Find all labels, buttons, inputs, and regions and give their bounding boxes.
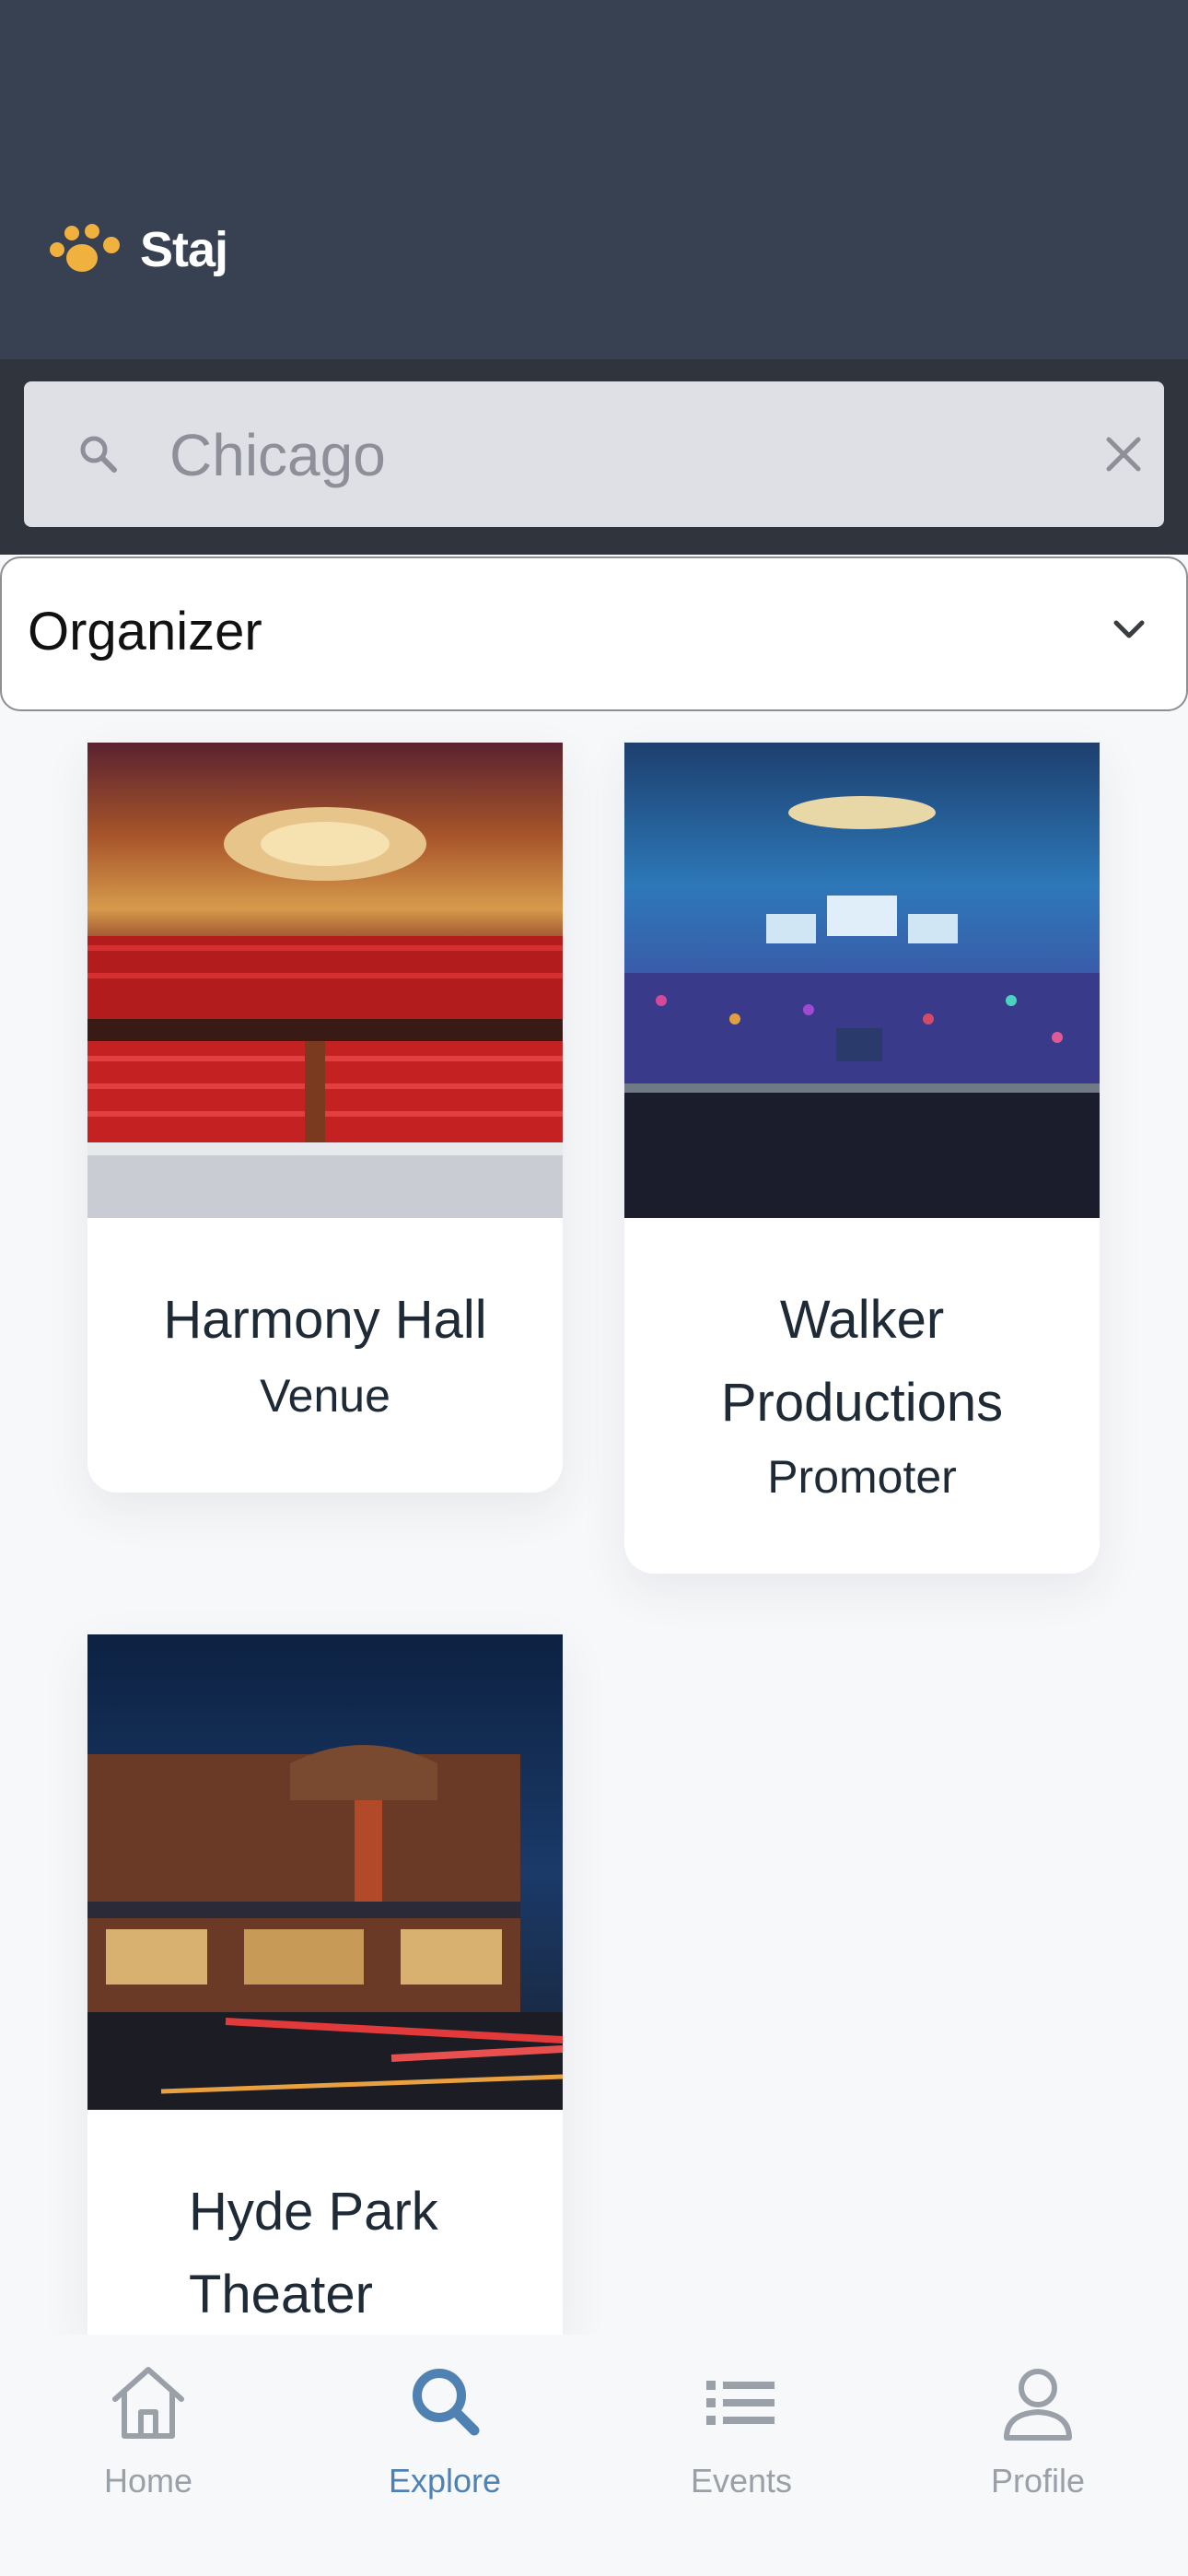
- organizer-card[interactable]: Harmony Hall Venue: [87, 743, 563, 1493]
- tab-label: Events: [690, 2462, 793, 2500]
- home-icon: [112, 2367, 184, 2439]
- organizer-name: Harmony Hall: [163, 1290, 487, 1350]
- search-icon: [80, 436, 117, 473]
- tab-home[interactable]: Home: [0, 2335, 297, 2519]
- close-icon[interactable]: [1101, 432, 1146, 476]
- search-input[interactable]: [169, 409, 1035, 501]
- tab-bar: Home Explore Events Profile: [0, 2335, 1188, 2576]
- tab-label: Home: [103, 2462, 193, 2500]
- list-icon: [706, 2381, 775, 2425]
- organizer-type-select[interactable]: Organizer: [0, 556, 1188, 711]
- theater-interior-photo: [87, 743, 563, 1218]
- organizer-name: Hyde Park Theater: [189, 2182, 438, 2324]
- app-header: Staj: [0, 0, 1188, 359]
- conference-crowd-photo: [624, 743, 1100, 1218]
- tab-profile[interactable]: Profile: [890, 2335, 1186, 2519]
- chevron-down-icon: [1113, 620, 1145, 638]
- tab-explore[interactable]: Explore: [297, 2335, 593, 2519]
- theater-exterior-night-photo: [87, 1634, 563, 2110]
- brand-logo[interactable]: Staj: [50, 217, 228, 282]
- organizer-type: Promoter: [767, 1451, 957, 1503]
- search-bar[interactable]: [24, 381, 1164, 527]
- select-value: Organizer: [28, 602, 262, 662]
- paw-dots-icon: [50, 224, 123, 275]
- organizer-card[interactable]: Walker Productions Promoter: [624, 743, 1100, 1574]
- user-icon: [1004, 2369, 1072, 2441]
- organizer-card[interactable]: Hyde Park Theater: [87, 1634, 563, 2335]
- brand-name: Staj: [140, 222, 228, 277]
- tab-label: Profile: [990, 2462, 1086, 2500]
- tab-events[interactable]: Events: [593, 2335, 890, 2519]
- organizer-type: Venue: [260, 1370, 390, 1422]
- tab-label: Explore: [388, 2462, 502, 2500]
- search-icon: [413, 2369, 480, 2436]
- organizer-name: Walker Productions: [720, 1290, 1004, 1433]
